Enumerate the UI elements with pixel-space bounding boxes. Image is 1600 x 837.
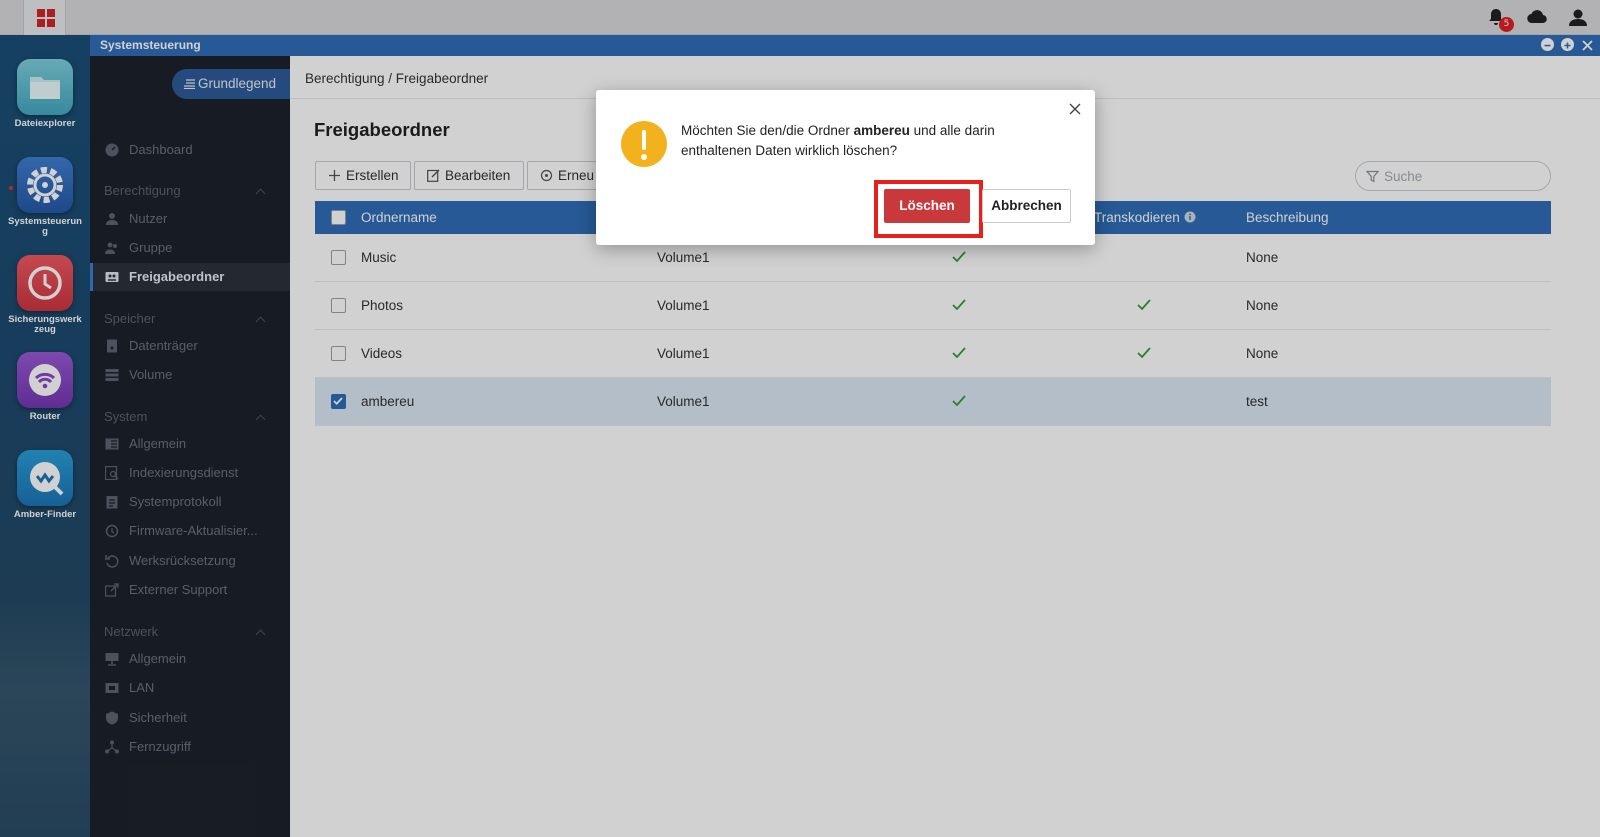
close-icon[interactable]	[1068, 102, 1082, 116]
warning-icon	[621, 121, 667, 167]
delete-button[interactable]: Löschen	[884, 189, 970, 223]
dialog-message: Möchten Sie den/die Ordner ambereu und a…	[681, 123, 995, 158]
folder-name: ambereu	[853, 123, 910, 138]
confirm-delete-dialog: Möchten Sie den/die Ordner ambereu und a…	[596, 90, 1095, 245]
cancel-button[interactable]: Abbrechen	[982, 189, 1071, 223]
